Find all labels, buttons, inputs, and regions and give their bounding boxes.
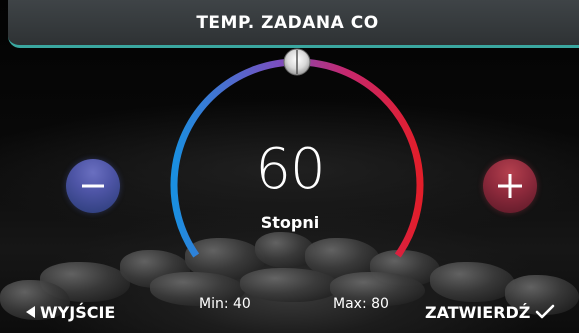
min-temperature-label: Min: 40	[199, 296, 251, 312]
temperature-value: 60	[255, 137, 325, 202]
minus-icon	[82, 184, 104, 188]
max-temperature-label: Max: 80	[333, 296, 389, 312]
back-arrow-icon	[26, 306, 35, 318]
decrease-button[interactable]	[66, 159, 120, 213]
dial-knob-handle[interactable]	[283, 48, 311, 76]
thermostat-screen: TEMP. ZADANA CO 60 Stopni WYJŚCIE Min: 4…	[0, 0, 579, 333]
temperature-unit: Stopni	[260, 213, 320, 232]
confirm-button[interactable]: ZATWIERDŹ	[425, 298, 555, 326]
increase-button[interactable]	[483, 159, 537, 213]
plus-icon	[498, 174, 522, 198]
check-icon	[536, 304, 555, 319]
back-button[interactable]: WYJŚCIE	[26, 298, 115, 326]
back-label: WYJŚCIE	[40, 302, 116, 322]
confirm-label: ZATWIERDŹ	[425, 302, 531, 322]
